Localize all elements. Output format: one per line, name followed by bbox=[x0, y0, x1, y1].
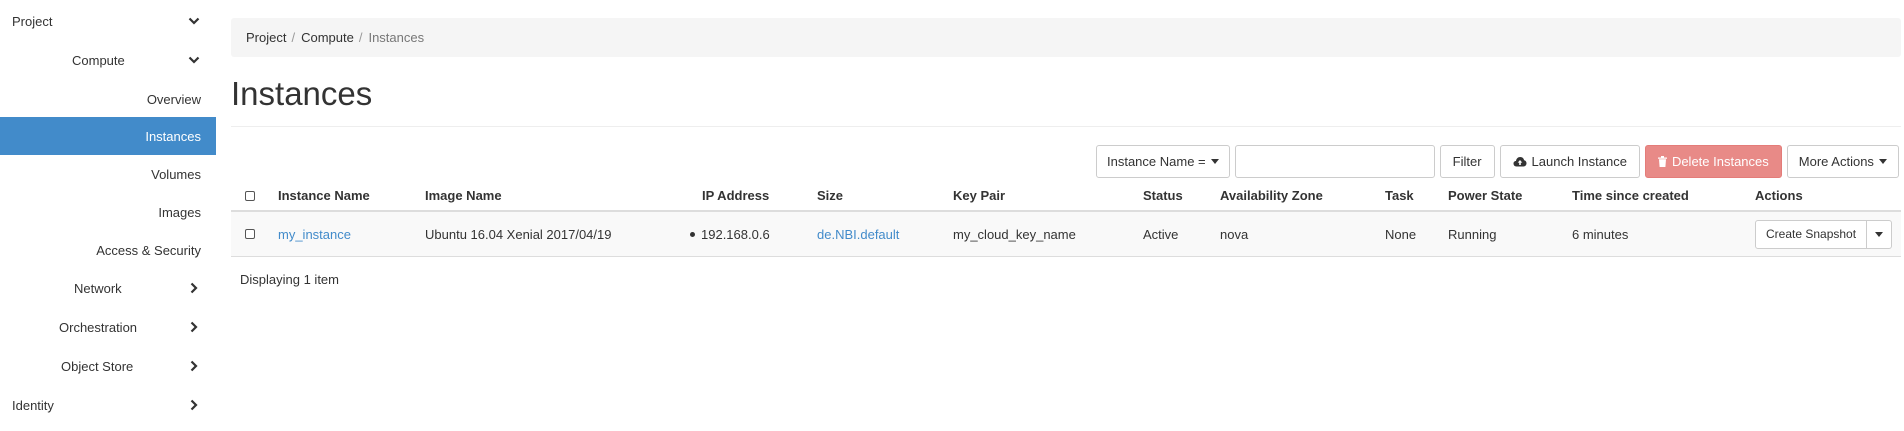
chevron-down-icon bbox=[188, 56, 200, 64]
column-header-time-since-created[interactable]: Time since created bbox=[1572, 181, 1689, 210]
launch-instance-button[interactable]: Launch Instance bbox=[1499, 145, 1640, 178]
column-header-actions: Actions bbox=[1755, 188, 1803, 203]
sidebar-item-images[interactable]: Images bbox=[0, 193, 216, 231]
chevron-right-icon bbox=[190, 399, 198, 411]
trash-icon bbox=[1657, 156, 1667, 167]
create-snapshot-button[interactable]: Create Snapshot bbox=[1755, 219, 1868, 249]
chevron-down-icon bbox=[188, 17, 200, 25]
column-header-task[interactable]: Task bbox=[1385, 181, 1414, 210]
column-header-ip-address[interactable]: IP Address bbox=[702, 181, 769, 210]
column-header-key-pair[interactable]: Key Pair bbox=[953, 181, 1005, 210]
caret-down-icon bbox=[1878, 159, 1887, 164]
sidebar-item-label: Instances bbox=[145, 128, 201, 144]
chevron-right-icon bbox=[190, 360, 198, 372]
chevron-right-icon bbox=[190, 321, 198, 333]
sidebar-item-instances[interactable]: Instances bbox=[0, 117, 216, 155]
sidebar-item-object-store[interactable]: Object Store bbox=[0, 347, 216, 385]
breadcrumb-separator: / bbox=[291, 30, 296, 45]
sidebar-item-volumes[interactable]: Volumes bbox=[0, 155, 216, 193]
breadcrumb: Project / Compute / Instances bbox=[231, 18, 1901, 57]
sidebar-item-label: Images bbox=[158, 204, 201, 220]
filter-input[interactable] bbox=[1234, 145, 1435, 178]
sidebar-item-label: Object Store bbox=[61, 358, 134, 374]
row-actions-cell: Create Snapshot bbox=[1755, 212, 1893, 256]
time-since-created-cell: 6 minutes bbox=[1572, 226, 1629, 242]
title-divider bbox=[231, 126, 1901, 127]
cloud-upload-icon bbox=[1513, 157, 1527, 167]
sidebar-item-label: Access & Security bbox=[96, 242, 201, 258]
breadcrumb-project[interactable]: Project bbox=[246, 30, 286, 45]
sidebar-item-label: Network bbox=[74, 280, 122, 296]
task-cell: None bbox=[1385, 226, 1417, 242]
table-row: my_instance Ubuntu 16.04 Xenial 2017/04/… bbox=[231, 212, 1901, 257]
sidebar-item-label: Identity bbox=[12, 397, 54, 413]
sidebar-item-project[interactable]: Project bbox=[0, 2, 216, 40]
more-actions-label: More Actions bbox=[1798, 154, 1874, 169]
sidebar-item-overview[interactable]: Overview bbox=[0, 80, 216, 118]
bullet-icon bbox=[690, 231, 695, 237]
launch-instance-label: Launch Instance bbox=[1531, 154, 1627, 169]
size-link[interactable]: de.NBI.default bbox=[817, 212, 899, 256]
column-header-power-state[interactable]: Power State bbox=[1448, 181, 1522, 210]
image-name-cell: Ubuntu 16.04 Xenial 2017/04/19 bbox=[425, 226, 612, 242]
sidebar-item-compute[interactable]: Compute bbox=[0, 41, 216, 79]
sidebar-item-network[interactable]: Network bbox=[0, 269, 216, 307]
ip-address-value: 192.168.0.6 bbox=[701, 226, 770, 242]
sidebar-item-orchestration[interactable]: Orchestration bbox=[0, 308, 216, 346]
table-footer-count: Displaying 1 item bbox=[240, 272, 339, 287]
caret-down-icon bbox=[1875, 231, 1884, 237]
caret-down-icon bbox=[1210, 159, 1219, 164]
page-title: Instances bbox=[231, 75, 373, 112]
sidebar-item-label: Project bbox=[12, 13, 53, 29]
row-actions-split-button: Create Snapshot bbox=[1755, 219, 1893, 249]
column-header-status[interactable]: Status bbox=[1143, 181, 1183, 210]
instances-table: Instance Name Image Name IP Address Size… bbox=[231, 181, 1901, 257]
status-cell: Active bbox=[1143, 226, 1179, 242]
key-pair-cell: my_cloud_key_name bbox=[953, 226, 1076, 242]
sidebar-item-label: Orchestration bbox=[59, 319, 138, 335]
sidebar-item-label: Volumes bbox=[151, 166, 201, 182]
column-header-image-name[interactable]: Image Name bbox=[425, 181, 502, 210]
breadcrumb-compute[interactable]: Compute bbox=[301, 30, 354, 45]
breadcrumb-instances: Instances bbox=[368, 30, 425, 45]
sidebar-item-access-security[interactable]: Access & Security bbox=[0, 231, 216, 269]
instance-name-link[interactable]: my_instance bbox=[278, 212, 351, 256]
filter-field-label: Instance Name = bbox=[1107, 154, 1206, 169]
select-all-checkbox[interactable] bbox=[245, 190, 255, 201]
delete-instances-label: Delete Instances bbox=[1671, 154, 1769, 169]
availability-zone-cell: nova bbox=[1220, 226, 1249, 242]
sidebar-item-identity[interactable]: Identity bbox=[0, 386, 216, 424]
sidebar: Project Compute Overview Instances Volum… bbox=[0, 0, 216, 431]
table-toolbar: Instance Name = Filter Launch Instance D… bbox=[1096, 145, 1899, 178]
table-header-row: Instance Name Image Name IP Address Size… bbox=[231, 181, 1901, 212]
filter-button[interactable]: Filter bbox=[1439, 145, 1495, 178]
sidebar-item-label: Compute bbox=[72, 52, 125, 68]
chevron-right-icon bbox=[190, 282, 198, 294]
breadcrumb-separator: / bbox=[358, 30, 363, 45]
delete-instances-button[interactable]: Delete Instances bbox=[1644, 145, 1782, 178]
column-header-instance-name[interactable]: Instance Name bbox=[278, 181, 370, 210]
ip-address-cell: 192.168.0.6 bbox=[690, 212, 770, 256]
row-actions-dropdown-toggle[interactable] bbox=[1867, 219, 1893, 249]
power-state-cell: Running bbox=[1448, 226, 1497, 242]
column-header-availability-zone[interactable]: Availability Zone bbox=[1220, 181, 1323, 210]
column-header-size[interactable]: Size bbox=[817, 181, 843, 210]
more-actions-button[interactable]: More Actions bbox=[1786, 145, 1899, 178]
sidebar-item-label: Overview bbox=[146, 91, 201, 107]
row-select-checkbox[interactable] bbox=[245, 229, 255, 239]
filter-field-dropdown[interactable]: Instance Name = bbox=[1096, 145, 1230, 178]
